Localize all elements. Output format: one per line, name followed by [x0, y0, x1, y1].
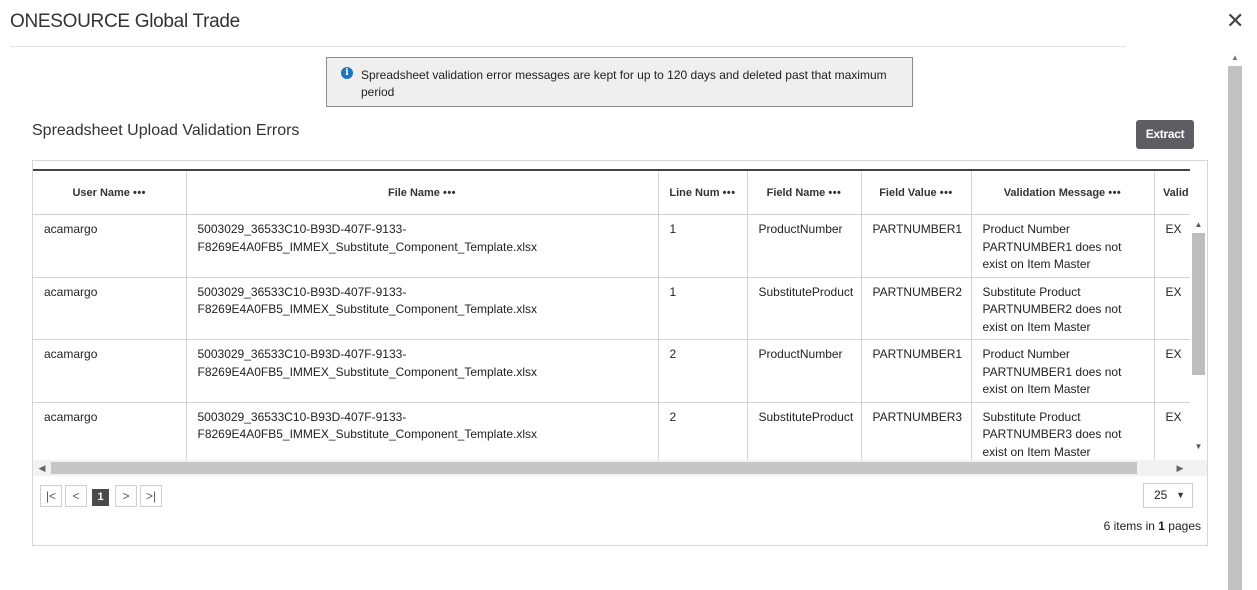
- cell-line-num: 2: [658, 339, 748, 403]
- validation-errors-panel: User Name ••• File Name ••• Line Num •••…: [32, 160, 1208, 546]
- table-row[interactable]: acamargo 5003029_36533C10-B93D-407F-9133…: [33, 402, 1190, 462]
- cell-line-num: 1: [658, 277, 748, 340]
- cell-user-name: acamargo: [33, 402, 187, 462]
- retention-notice: i Spreadsheet validation error messages …: [326, 57, 913, 107]
- scroll-left-icon[interactable]: ◀: [35, 460, 49, 476]
- cell-field-name: SubstituteProduct: [747, 277, 862, 340]
- app-title: ONESOURCE Global Trade: [10, 11, 240, 32]
- cell-line-num: 1: [658, 214, 748, 278]
- cell-file-name: 5003029_36533C10-B93D-407F-9133- F8269E4A…: [186, 277, 659, 340]
- cell-field-name: SubstituteProduct: [747, 402, 862, 462]
- page-size-value: 25: [1154, 488, 1168, 502]
- column-header-field-value[interactable]: Field Value •••: [861, 171, 972, 215]
- cell-field-value: PARTNUMBER3: [861, 402, 972, 462]
- column-menu-icon[interactable]: •••: [133, 187, 146, 199]
- cell-field-name: ProductNumber: [747, 339, 862, 403]
- cell-user-name: acamargo: [33, 339, 187, 403]
- scroll-up-icon[interactable]: ▲: [1227, 52, 1243, 64]
- cell-field-value: PARTNUMBER2: [861, 277, 972, 340]
- retention-notice-text: Spreadsheet validation error messages ar…: [361, 68, 887, 99]
- close-icon[interactable]: ✕: [1226, 10, 1244, 32]
- table-row[interactable]: acamargo 5003029_36533C10-B93D-407F-9133…: [33, 339, 1190, 403]
- grid-header-row: User Name ••• File Name ••• Line Num •••…: [33, 171, 1190, 215]
- page-size-select[interactable]: 25 ▼: [1143, 483, 1193, 508]
- column-menu-icon[interactable]: •••: [723, 187, 736, 199]
- cell-validation-code: EX: [1154, 402, 1190, 462]
- cell-field-value: PARTNUMBER1: [861, 339, 972, 403]
- cell-validation-code: EX: [1154, 277, 1190, 340]
- column-menu-icon[interactable]: •••: [828, 187, 841, 199]
- scroll-up-icon[interactable]: ▲: [1190, 219, 1207, 231]
- column-menu-icon[interactable]: •••: [940, 187, 953, 199]
- column-header-validation-code[interactable]: Valid Cod: [1154, 171, 1190, 215]
- chevron-down-icon: ▼: [1176, 490, 1185, 500]
- table-row[interactable]: acamargo 5003029_36533C10-B93D-407F-9133…: [33, 214, 1190, 278]
- cell-user-name: acamargo: [33, 277, 187, 340]
- grid-horizontal-scrollbar[interactable]: ◀ ▶: [33, 460, 1207, 476]
- extract-button[interactable]: Extract: [1136, 120, 1194, 149]
- cell-user-name: acamargo: [33, 214, 187, 278]
- cell-file-name: 5003029_36533C10-B93D-407F-9133- F8269E4A…: [186, 402, 659, 462]
- column-header-file-name[interactable]: File Name •••: [186, 171, 659, 215]
- section-title: Spreadsheet Upload Validation Errors: [32, 122, 300, 139]
- page-scrollbar[interactable]: ▲: [1227, 52, 1243, 590]
- cell-validation-message: Substitute Product PARTNUMBER2 does not ex…: [971, 277, 1155, 340]
- cell-validation-code: EX: [1154, 214, 1190, 278]
- grid-horizontal-scrollbar-thumb[interactable]: [51, 462, 1137, 474]
- column-menu-icon[interactable]: •••: [443, 187, 456, 199]
- cell-validation-message: Product Number PARTNUMBER1 does not exist …: [971, 214, 1155, 278]
- grid-vertical-scrollbar[interactable]: ▲ ▼: [1190, 219, 1207, 453]
- column-menu-icon[interactable]: •••: [1108, 187, 1121, 199]
- current-page[interactable]: 1: [92, 489, 109, 506]
- last-page-button[interactable]: >|: [140, 485, 162, 507]
- page-scrollbar-thumb[interactable]: [1228, 66, 1242, 590]
- cell-validation-message: Product Number PARTNUMBER1 does not exist …: [971, 339, 1155, 403]
- column-header-field-name[interactable]: Field Name •••: [747, 171, 862, 215]
- table-row[interactable]: acamargo 5003029_36533C10-B93D-407F-9133…: [33, 277, 1190, 340]
- page-info: 6 items in 1 pages: [1103, 519, 1201, 533]
- previous-page-button[interactable]: <: [65, 485, 87, 507]
- cell-file-name: 5003029_36533C10-B93D-407F-9133- F8269E4A…: [186, 214, 659, 278]
- info-icon: i: [341, 67, 353, 79]
- cell-file-name: 5003029_36533C10-B93D-407F-9133- F8269E4A…: [186, 339, 659, 403]
- column-header-validation-message[interactable]: Validation Message •••: [971, 171, 1155, 215]
- cell-line-num: 2: [658, 402, 748, 462]
- scroll-right-icon[interactable]: ▶: [1173, 460, 1187, 476]
- validation-errors-grid: User Name ••• File Name ••• Line Num •••…: [33, 169, 1190, 462]
- first-page-button[interactable]: |<: [40, 485, 62, 507]
- cell-validation-message: Substitute Product PARTNUMBER3 does not ex…: [971, 402, 1155, 462]
- scroll-down-icon[interactable]: ▼: [1190, 441, 1207, 453]
- column-header-line-num[interactable]: Line Num •••: [658, 171, 748, 215]
- cell-field-value: PARTNUMBER1: [861, 214, 972, 278]
- cell-validation-code: EX: [1154, 339, 1190, 403]
- cell-field-name: ProductNumber: [747, 214, 862, 278]
- title-divider: [10, 46, 1126, 47]
- grid-vertical-scrollbar-thumb[interactable]: [1192, 233, 1205, 375]
- column-header-user-name[interactable]: User Name •••: [33, 171, 187, 215]
- next-page-button[interactable]: >: [115, 485, 137, 507]
